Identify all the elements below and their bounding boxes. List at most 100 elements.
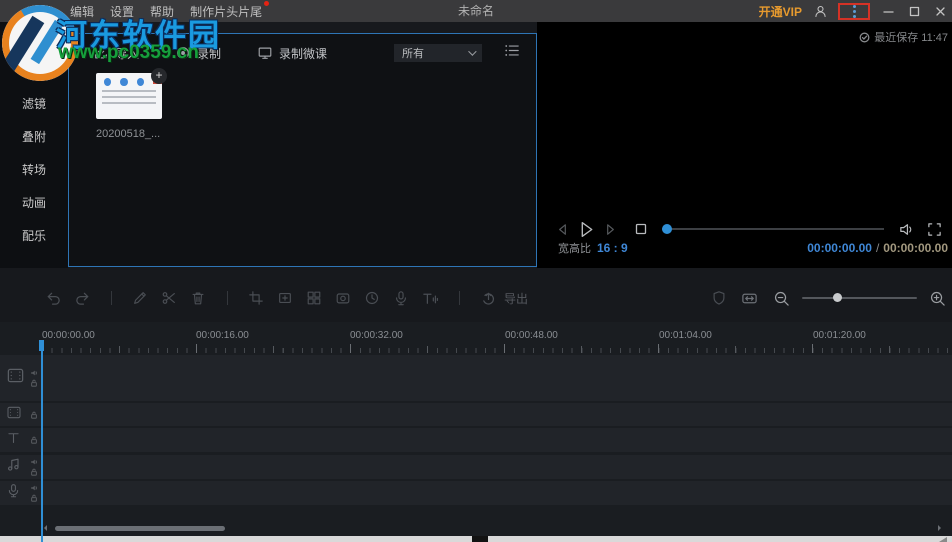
edit-icon[interactable] (131, 289, 149, 307)
playhead-handle[interactable] (39, 340, 44, 351)
taskbar-edge (0, 536, 952, 542)
snapshot-icon[interactable] (334, 289, 352, 307)
track-mute-icon[interactable] (30, 458, 38, 466)
track-mute-icon[interactable] (30, 484, 38, 492)
import-button[interactable]: 导入 (93, 45, 139, 62)
preview-seek-slider[interactable] (662, 228, 884, 230)
toolbar-divider (102, 291, 120, 305)
chevron-down-icon (468, 47, 476, 55)
menu-dots-highlight-box (838, 3, 870, 20)
cut-icon[interactable] (160, 289, 178, 307)
record-button[interactable]: 录制 (175, 45, 221, 62)
menu-help[interactable]: 帮助 (150, 3, 174, 20)
zoom-in-icon[interactable] (928, 289, 946, 307)
scroll-right-arrow[interactable] (938, 525, 941, 531)
video-track[interactable] (0, 355, 952, 401)
export-icon[interactable] (479, 289, 497, 307)
ruler-tick-label: 00:00:00.00 (42, 330, 95, 341)
media-clip-name: 20200518_... (96, 128, 176, 140)
timeline: 00:00:00.00 00:00:16.00 00:00:32.00 00:0… (0, 322, 952, 536)
ruler-tick-label: 00:00:16.00 (196, 330, 249, 341)
export-button[interactable]: 导出 (504, 290, 528, 307)
sidebar-item-animation[interactable]: 动画 (0, 187, 68, 220)
track-mute-icon[interactable] (30, 369, 38, 377)
canvas-scale-icon[interactable] (276, 289, 294, 307)
sidebar-item-filter[interactable]: 滤镜 (0, 88, 68, 121)
maximize-button[interactable] (906, 3, 922, 19)
edit-toolbar: 导出 (0, 280, 952, 316)
sidebar-item-overlay[interactable]: 叠附 (0, 121, 68, 154)
account-icon[interactable] (812, 3, 828, 19)
menu-file[interactable]: 文件 (30, 3, 54, 20)
add-to-track-button[interactable]: + (151, 68, 167, 84)
sidebar-item-transition[interactable]: 转场 (0, 154, 68, 187)
marker-icon[interactable] (710, 289, 728, 307)
ruler-tick-label: 00:00:48.00 (505, 330, 558, 341)
media-panel: 导入 录制 录制微课 所有 (68, 33, 537, 267)
scroll-left-arrow[interactable] (44, 525, 47, 531)
menu-settings[interactable]: 设置 (110, 3, 134, 20)
close-button[interactable] (932, 3, 948, 19)
preview-panel: 最近保存 11:47 (537, 22, 952, 268)
track-lock-icon[interactable] (30, 411, 38, 419)
text-track[interactable] (0, 428, 952, 452)
titlebar: 文件 编辑 设置 帮助 制作片头片尾 未命名 开通VIP (0, 0, 952, 22)
fullscreen-icon[interactable] (927, 222, 942, 237)
media-clip-thumbnail[interactable]: + (96, 73, 162, 119)
video-track-icon (6, 366, 25, 390)
record-lesson-button[interactable]: 录制微课 (257, 45, 327, 62)
redo-icon[interactable] (73, 289, 91, 307)
stop-button[interactable] (634, 222, 648, 236)
sidebar-item-media[interactable]: 媒体 (0, 22, 68, 55)
seek-handle[interactable] (662, 224, 672, 234)
play-button[interactable] (576, 219, 597, 240)
next-frame-button[interactable] (603, 222, 618, 237)
track-lock-icon[interactable] (30, 468, 38, 476)
toolbar-divider (218, 291, 236, 305)
scrollbar-thumb[interactable] (55, 526, 225, 531)
menu-edit[interactable]: 编辑 (70, 3, 94, 20)
list-view-icon[interactable] (504, 43, 520, 63)
aspect-ratio-value[interactable]: 16 : 9 (597, 241, 628, 255)
playhead-line (41, 340, 43, 542)
crop-icon[interactable] (247, 289, 265, 307)
track-lock-icon[interactable] (30, 494, 38, 502)
record-icon (175, 45, 191, 61)
new-feature-dot (264, 1, 269, 6)
minimize-button[interactable] (880, 3, 896, 19)
ruler-tick-label: 00:00:32.00 (350, 330, 403, 341)
fit-timeline-icon[interactable] (740, 289, 758, 307)
aspect-ratio-label: 宽高比 (558, 240, 591, 256)
pip-track-icon (6, 404, 22, 425)
voiceover-track-icon (6, 483, 21, 503)
timeline-zoom-slider[interactable] (802, 297, 917, 299)
voiceover-icon[interactable] (392, 289, 410, 307)
menu-make-intro-outro-label: 制作片头片尾 (190, 5, 262, 19)
track-lock-icon[interactable] (30, 379, 38, 387)
sidebar-item-text[interactable]: 文字 (0, 55, 68, 88)
record-label: 录制 (197, 45, 221, 62)
delete-icon[interactable] (189, 289, 207, 307)
menu-make-intro-outro[interactable]: 制作片头片尾 (190, 3, 262, 20)
record-lesson-label: 录制微课 (279, 45, 327, 62)
beecut-video-editor-window: 文件 编辑 设置 帮助 制作片头片尾 未命名 开通VIP (0, 0, 952, 542)
split-icon[interactable] (305, 289, 323, 307)
thumb-content (104, 78, 111, 86)
zoom-out-icon[interactable] (772, 289, 790, 307)
pip-track[interactable] (0, 403, 952, 426)
sidebar-item-music[interactable]: 配乐 (0, 220, 68, 253)
previous-frame-button[interactable] (555, 222, 570, 237)
voiceover-track[interactable] (0, 481, 952, 505)
more-menu-icon[interactable] (853, 5, 856, 18)
menu-bar: 文件 编辑 设置 帮助 制作片头片尾 (30, 0, 262, 22)
media-filter-dropdown[interactable]: 所有 (394, 44, 482, 62)
vip-button[interactable]: 开通VIP (759, 3, 802, 20)
text-to-speech-icon[interactable] (421, 289, 439, 307)
duration-icon[interactable] (363, 289, 381, 307)
timeline-zoom-handle[interactable] (833, 293, 842, 302)
music-track[interactable] (0, 455, 952, 479)
track-lock-icon[interactable] (30, 436, 38, 444)
undo-icon[interactable] (44, 289, 62, 307)
media-filter-value: 所有 (402, 45, 468, 61)
volume-icon[interactable] (898, 221, 915, 238)
